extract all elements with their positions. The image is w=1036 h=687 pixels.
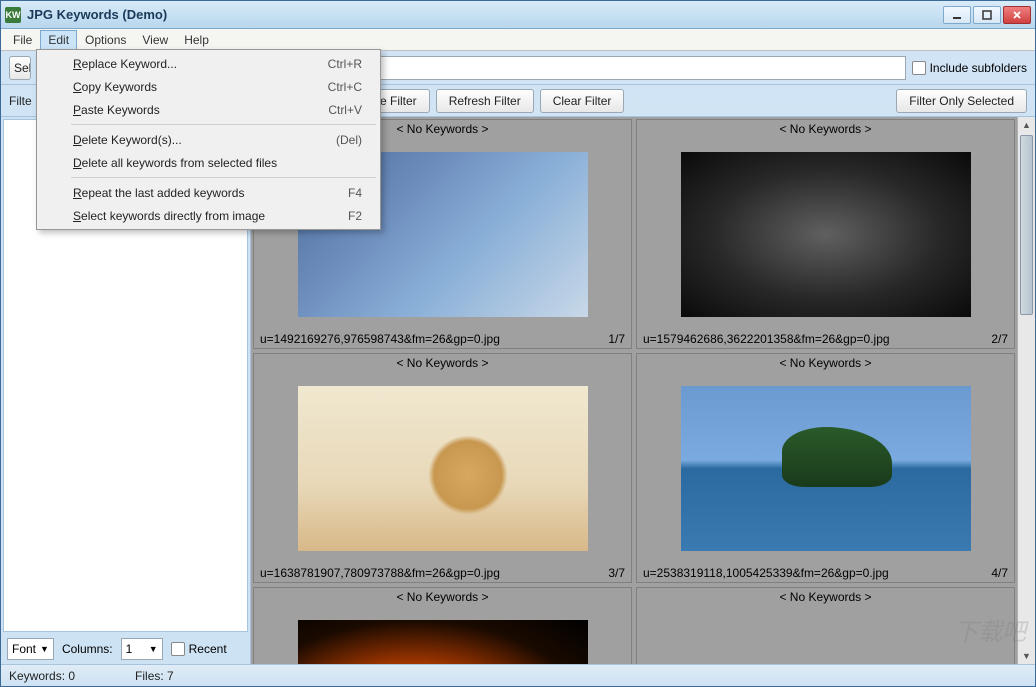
columns-label: Columns: [62, 642, 113, 656]
thumb-footer: u=1638781907,780973788&fm=26&gp=0.jpg 3/7 [254, 564, 631, 582]
thumb-image [254, 372, 631, 564]
dropdown-arrow-icon: ▼ [149, 644, 158, 654]
scroll-down-icon[interactable]: ▼ [1018, 648, 1035, 664]
thumb-keywords-label: < No Keywords > [637, 354, 1014, 372]
menu-separator [71, 124, 376, 125]
thumb-image [254, 606, 631, 664]
checkbox-icon [171, 642, 185, 656]
include-subfolders-label: Include subfolders [930, 61, 1027, 75]
columns-dropdown[interactable]: 1 ▼ [121, 638, 163, 660]
scrollbar-thumb[interactable] [1020, 135, 1033, 315]
statusbar: Keywords: 0 Files: 7 [1, 664, 1035, 686]
menu-copy-keywords[interactable]: Copy Keywords Ctrl+C [39, 75, 378, 98]
sidebar-footer: Font ▼ Columns: 1 ▼ Recent [1, 634, 250, 664]
menu-paste-keywords[interactable]: Paste Keywords Ctrl+V [39, 98, 378, 121]
menu-repeat-last[interactable]: Repeat the last added keywords F4 [39, 181, 378, 204]
menu-help[interactable]: Help [176, 30, 217, 50]
thumb-image [637, 138, 1014, 330]
include-subfolders-checkbox[interactable]: Include subfolders [912, 61, 1027, 75]
thumb-footer: u=2538319118,1005425339&fm=26&gp=0.jpg 4/… [637, 564, 1014, 582]
thumbnail-cell[interactable]: < No Keywords > u=1579462686,3622201358&f… [636, 119, 1015, 349]
menu-options[interactable]: Options [77, 30, 134, 50]
shortcut-label: Ctrl+V [328, 103, 362, 117]
clear-filter-button[interactable]: Clear Filter [540, 89, 625, 113]
thumb-footer: u=1579462686,3622201358&fm=26&gp=0.jpg 2/… [637, 330, 1014, 348]
thumb-keywords-label: < No Keywords > [637, 120, 1014, 138]
refresh-filter-button[interactable]: Refresh Filter [436, 89, 534, 113]
menu-separator [71, 177, 376, 178]
shortcut-label: Ctrl+C [328, 80, 362, 94]
shortcut-label: F2 [348, 209, 362, 223]
menu-delete-keywords[interactable]: Delete Keyword(s)... (Del) [39, 128, 378, 151]
shortcut-label: F4 [348, 186, 362, 200]
close-button[interactable] [1003, 6, 1031, 24]
thumb-filename: u=2538319118,1005425339&fm=26&gp=0.jpg [643, 566, 889, 580]
maximize-button[interactable] [973, 6, 1001, 24]
columns-value: 1 [126, 642, 133, 656]
thumb-filename: u=1638781907,780973788&fm=26&gp=0.jpg [260, 566, 500, 580]
thumb-index: 1/7 [608, 332, 625, 346]
menubar: File Edit Options View Help [1, 29, 1035, 51]
thumb-index: 2/7 [991, 332, 1008, 346]
vertical-scrollbar[interactable]: ▲ ▼ [1017, 117, 1035, 664]
app-icon: KW [5, 7, 21, 23]
edit-dropdown-menu: Replace Keyword... Ctrl+R Copy Keywords … [36, 49, 381, 230]
menu-view[interactable]: View [134, 30, 176, 50]
thumbnail-cell[interactable]: < No Keywords > u=2538319118,1005425339&f… [636, 353, 1015, 583]
thumb-keywords-label: < No Keywords > [637, 588, 1014, 606]
thumbnail-cell[interactable]: < No Keywords > [253, 587, 632, 664]
thumb-keywords-label: < No Keywords > [254, 588, 631, 606]
dropdown-arrow-icon: ▼ [40, 644, 49, 654]
recent-checkbox[interactable]: Recent [171, 642, 227, 656]
thumb-footer: u=1492169276,976598743&fm=26&gp=0.jpg 1/7 [254, 330, 631, 348]
menu-edit[interactable]: Edit [40, 30, 77, 50]
titlebar: KW JPG Keywords (Demo) [1, 1, 1035, 29]
thumbnail-cell[interactable]: < No Keywords > u=1638781907,780973788&fm… [253, 353, 632, 583]
thumb-image [637, 372, 1014, 564]
shortcut-label: (Del) [336, 133, 362, 147]
thumb-keywords-label: < No Keywords > [254, 354, 631, 372]
minimize-button[interactable] [943, 6, 971, 24]
thumb-image [637, 606, 1014, 664]
thumbnail-cell[interactable]: < No Keywords > [636, 587, 1015, 664]
apply-filter-button-partial[interactable]: e Filter [375, 89, 430, 113]
menu-delete-all-keywords[interactable]: Delete all keywords from selected files [39, 151, 378, 174]
select-folder-button-partial[interactable]: Sel [9, 56, 31, 80]
recent-label: Recent [189, 642, 227, 656]
font-label: Font [12, 642, 36, 656]
menu-file[interactable]: File [5, 30, 40, 50]
shortcut-label: Ctrl+R [328, 57, 362, 71]
font-dropdown[interactable]: Font ▼ [7, 638, 54, 660]
filter-label: Filte [9, 94, 33, 108]
filter-only-selected-button[interactable]: Filter Only Selected [896, 89, 1027, 113]
status-keywords: Keywords: 0 [9, 669, 75, 683]
menu-select-from-image[interactable]: Select keywords directly from image F2 [39, 204, 378, 227]
menu-replace-keyword[interactable]: Replace Keyword... Ctrl+R [39, 52, 378, 75]
scroll-up-icon[interactable]: ▲ [1018, 117, 1035, 133]
thumb-filename: u=1492169276,976598743&fm=26&gp=0.jpg [260, 332, 500, 346]
thumb-filename: u=1579462686,3622201358&fm=26&gp=0.jpg [643, 332, 890, 346]
checkbox-icon [912, 61, 926, 75]
window-title: JPG Keywords (Demo) [27, 7, 943, 22]
status-files: Files: 7 [135, 669, 174, 683]
thumb-index: 4/7 [991, 566, 1008, 580]
thumb-index: 3/7 [608, 566, 625, 580]
